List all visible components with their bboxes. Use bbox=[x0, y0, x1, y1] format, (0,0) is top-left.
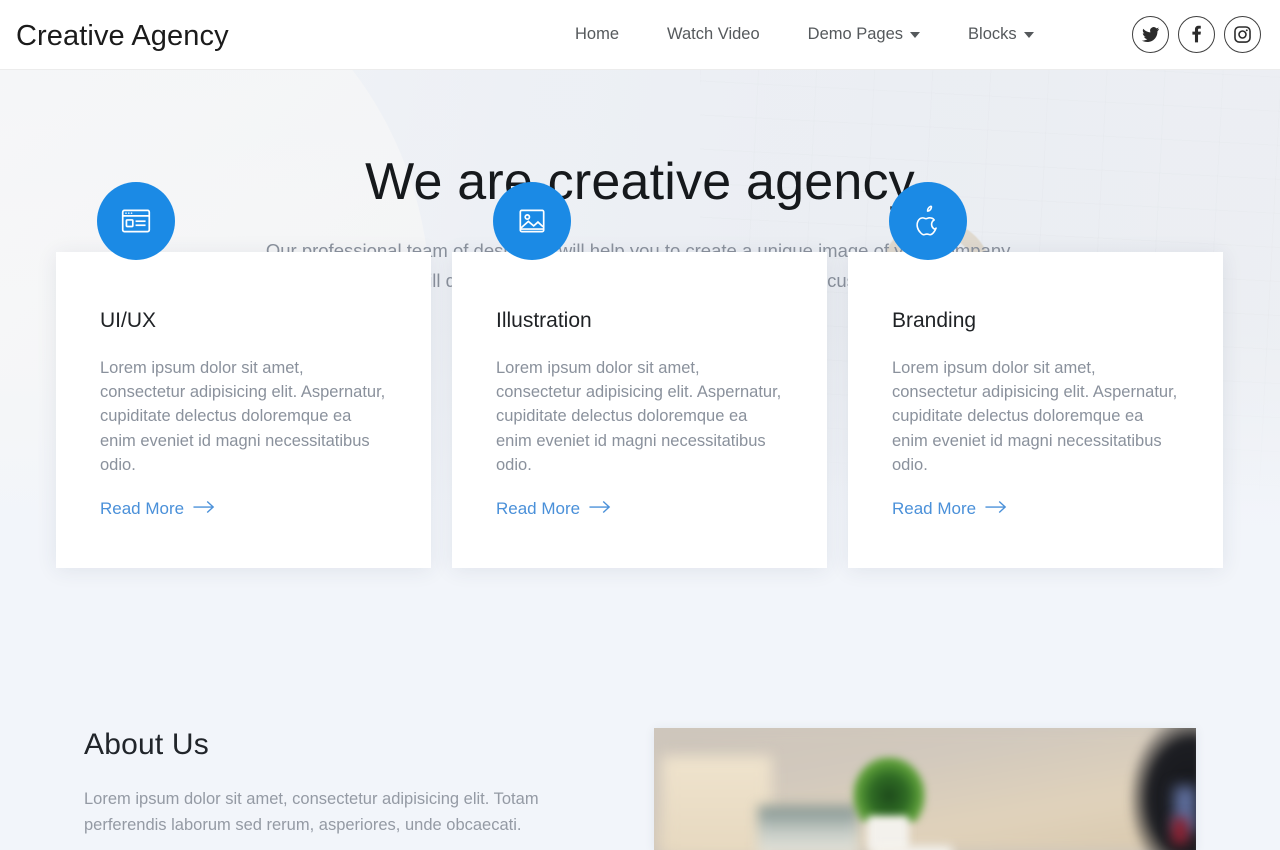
chevron-down-icon bbox=[910, 32, 921, 38]
nav-item-watch-video[interactable]: Watch Video bbox=[667, 22, 760, 46]
card-icon-badge bbox=[493, 182, 571, 260]
card-description: Lorem ipsum dolor sit amet, consectetur … bbox=[892, 359, 1178, 474]
social-link-twitter[interactable] bbox=[1132, 16, 1169, 53]
read-more-label: Read More bbox=[892, 499, 977, 518]
about-section: About Us Lorem ipsum dolor sit amet, con… bbox=[0, 650, 1280, 850]
feature-cards: UI/UX Lorem ipsum dolor sit amet, consec… bbox=[0, 0, 1280, 580]
main-navigation: Home Watch Video Demo Pages Blocks bbox=[575, 22, 1034, 46]
social-link-facebook[interactable] bbox=[1178, 16, 1215, 53]
nav-label-home: Home bbox=[575, 25, 620, 43]
instagram-icon bbox=[1233, 25, 1252, 44]
feature-card-uiux[interactable]: UI/UX Lorem ipsum dolor sit amet, consec… bbox=[56, 182, 431, 568]
about-title: About Us bbox=[84, 728, 209, 761]
landing-page: Creative Agency Home Watch Video Demo Pa… bbox=[0, 0, 1280, 850]
about-photo-plant bbox=[852, 756, 926, 822]
chevron-down-icon bbox=[1023, 32, 1034, 38]
about-photo-pot bbox=[867, 816, 909, 850]
about-description: Lorem ipsum dolor sit amet, consectetur … bbox=[84, 790, 539, 834]
read-more-label: Read More bbox=[100, 499, 185, 518]
browser-window-icon bbox=[119, 204, 153, 238]
twitter-icon bbox=[1141, 25, 1160, 44]
card-title: Illustration bbox=[496, 309, 592, 332]
nav-label-demo-pages: Demo Pages bbox=[807, 25, 904, 43]
apple-icon bbox=[912, 204, 944, 238]
card-title: UI/UX bbox=[100, 309, 157, 332]
about-photo-cabinet bbox=[662, 756, 772, 850]
social-link-instagram[interactable] bbox=[1224, 16, 1261, 53]
about-photo-red-accent bbox=[1172, 818, 1188, 844]
nav-label-watch-video: Watch Video bbox=[667, 25, 760, 43]
card-icon-badge bbox=[97, 182, 175, 260]
arrow-right-icon bbox=[193, 498, 215, 520]
read-more-link[interactable]: Read More bbox=[100, 498, 215, 520]
nav-item-blocks[interactable]: Blocks bbox=[968, 22, 1034, 46]
about-photo-box bbox=[758, 806, 858, 850]
read-more-label: Read More bbox=[496, 499, 581, 518]
brand-logo[interactable]: Creative Agency bbox=[16, 19, 229, 53]
nav-item-demo-pages[interactable]: Demo Pages bbox=[807, 22, 921, 46]
card-description: Lorem ipsum dolor sit amet, consectetur … bbox=[496, 359, 782, 474]
about-photo-paper bbox=[872, 846, 952, 850]
card-description: Lorem ipsum dolor sit amet, consectetur … bbox=[100, 359, 386, 474]
nav-label-blocks: Blocks bbox=[968, 25, 1017, 43]
feature-card-branding[interactable]: Branding Lorem ipsum dolor sit amet, con… bbox=[848, 182, 1223, 568]
site-header: Creative Agency Home Watch Video Demo Pa… bbox=[0, 0, 1280, 70]
image-icon bbox=[515, 204, 549, 238]
arrow-right-icon bbox=[985, 498, 1007, 520]
about-photo bbox=[654, 728, 1196, 850]
read-more-link[interactable]: Read More bbox=[892, 498, 1007, 520]
feature-card-illustration[interactable]: Illustration Lorem ipsum dolor sit amet,… bbox=[452, 182, 827, 568]
card-icon-badge bbox=[889, 182, 967, 260]
read-more-link[interactable]: Read More bbox=[496, 498, 611, 520]
card-title: Branding bbox=[892, 309, 977, 332]
facebook-icon bbox=[1187, 25, 1206, 44]
arrow-right-icon bbox=[589, 498, 611, 520]
nav-item-home[interactable]: Home bbox=[575, 22, 619, 46]
social-links bbox=[1132, 16, 1261, 53]
